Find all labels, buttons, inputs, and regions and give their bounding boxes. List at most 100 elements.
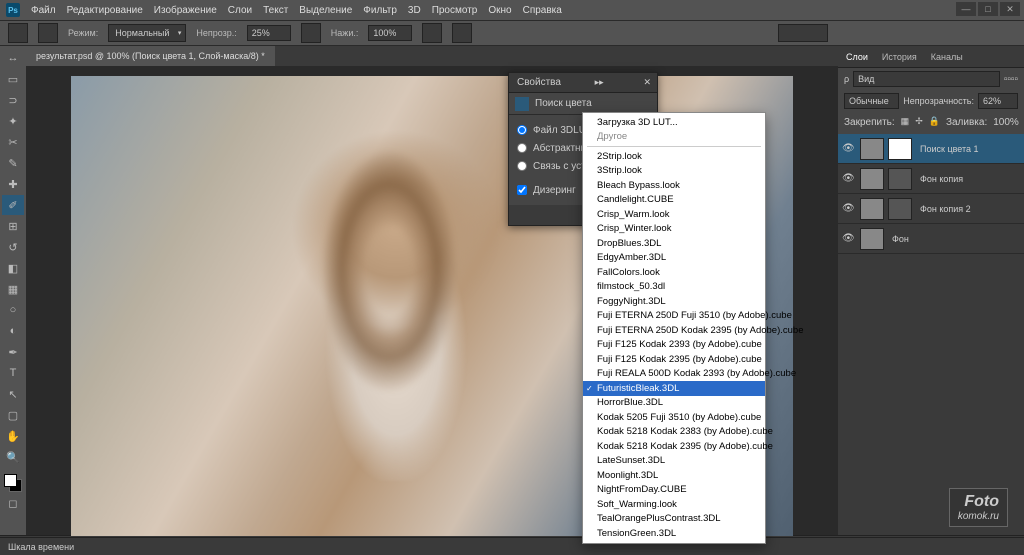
type-tool[interactable]: T <box>2 363 24 383</box>
pressure-opacity-icon[interactable] <box>301 23 321 43</box>
lut-item[interactable]: FuturisticBleak.3DL <box>583 381 765 396</box>
lut-item[interactable]: 2Strip.look <box>583 149 765 164</box>
tool-preset-icon[interactable] <box>8 23 28 43</box>
eyedropper-tool[interactable]: ✎ <box>2 153 24 173</box>
lut-item[interactable]: FoggyNight.3DL <box>583 294 765 309</box>
menu-select[interactable]: Выделение <box>299 5 352 16</box>
menu-window[interactable]: Окно <box>488 5 511 16</box>
layer-row[interactable]: 👁 Фон копия 2 <box>838 194 1024 224</box>
menu-view[interactable]: Просмотр <box>432 5 478 16</box>
pen-tool[interactable]: ✒ <box>2 342 24 362</box>
lut-item[interactable]: Crisp_Winter.look <box>583 222 765 237</box>
lut-item[interactable]: LateSunset.3DL <box>583 454 765 469</box>
visibility-icon[interactable]: 👁 <box>842 203 856 214</box>
menu-3d[interactable]: 3D <box>408 5 421 16</box>
filter-icon[interactable]: ▫▫▫▫ <box>1004 74 1018 85</box>
lut-item[interactable]: filmstock_50.3dl <box>583 280 765 295</box>
shape-tool[interactable]: ▢ <box>2 405 24 425</box>
menu-layers[interactable]: Слои <box>228 5 252 16</box>
pressure-size-icon[interactable] <box>452 23 472 43</box>
lut-item[interactable]: Bleach Bypass.look <box>583 178 765 193</box>
move-tool[interactable]: ↔ <box>2 48 24 68</box>
stamp-tool[interactable]: ⊞ <box>2 216 24 236</box>
lut-item[interactable]: Moonlight.3DL <box>583 468 765 483</box>
history-brush-tool[interactable]: ↺ <box>2 237 24 257</box>
marquee-tool[interactable]: ▭ <box>2 69 24 89</box>
lut-item[interactable]: Fuji F125 Kodak 2393 (by Adobe).cube <box>583 338 765 353</box>
visibility-icon[interactable]: 👁 <box>842 233 856 244</box>
menu-help[interactable]: Справка <box>523 5 562 16</box>
lut-item[interactable]: Candlelight.CUBE <box>583 193 765 208</box>
lock-pixels-icon[interactable]: ▦ <box>901 116 910 128</box>
layer-blend-select[interactable]: Обычные <box>844 93 899 109</box>
hand-tool[interactable]: ✋ <box>2 426 24 446</box>
brush-tool[interactable]: ✐ <box>2 195 24 215</box>
workspace-select[interactable] <box>778 24 828 42</box>
opacity-input[interactable]: 25% <box>247 25 291 41</box>
lut-item[interactable]: EdgyAmber.3DL <box>583 251 765 266</box>
dodge-tool[interactable]: ◐ <box>2 321 24 341</box>
checkbox-dither[interactable] <box>517 185 527 195</box>
menu-filter[interactable]: Фильтр <box>363 5 397 16</box>
lut-item[interactable]: FallColors.look <box>583 265 765 280</box>
lut-load[interactable]: Загрузка 3D LUT... <box>583 115 765 130</box>
lut-item[interactable]: Kodak 5218 Kodak 2395 (by Adobe).cube <box>583 439 765 454</box>
airbrush-icon[interactable] <box>422 23 442 43</box>
lut-item[interactable]: Soft_Warming.look <box>583 497 765 512</box>
layer-row[interactable]: 👁 Фон <box>838 224 1024 254</box>
quickmask-tool[interactable]: ◻ <box>2 493 24 513</box>
flow-input[interactable]: 100% <box>368 25 412 41</box>
panel-close-icon[interactable]: ✕ <box>643 77 651 88</box>
color-swatches[interactable] <box>4 474 22 492</box>
heal-tool[interactable]: ✚ <box>2 174 24 194</box>
lock-all-icon[interactable]: 🔒 <box>929 116 940 128</box>
zoom-tool[interactable]: 🔍 <box>2 447 24 467</box>
lut-item[interactable]: Fuji ETERNA 250D Fuji 3510 (by Adobe).cu… <box>583 309 765 324</box>
tab-layers[interactable]: Слои <box>846 52 868 62</box>
radio-device[interactable] <box>517 161 527 171</box>
wand-tool[interactable]: ✦ <box>2 111 24 131</box>
maximize-button[interactable]: □ <box>978 2 998 16</box>
document-tab[interactable]: результат.psd @ 100% (Поиск цвета 1, Сло… <box>26 46 275 66</box>
lut-item[interactable]: Fuji REALA 500D Kodak 2393 (by Adobe).cu… <box>583 367 765 382</box>
blend-mode-select[interactable]: Нормальный <box>108 24 186 42</box>
gradient-tool[interactable]: ▦ <box>2 279 24 299</box>
lut-item[interactable]: Fuji ETERNA 250D Kodak 2395 (by Adobe).c… <box>583 323 765 338</box>
crop-tool[interactable]: ✂ <box>2 132 24 152</box>
blur-tool[interactable]: ○ <box>2 300 24 320</box>
lut-item[interactable]: Kodak 5205 Fuji 3510 (by Adobe).cube <box>583 410 765 425</box>
minimize-button[interactable]: — <box>956 2 976 16</box>
eraser-tool[interactable]: ◧ <box>2 258 24 278</box>
timeline-bar[interactable]: Шкала времени <box>0 537 1024 555</box>
lock-position-icon[interactable]: ✢ <box>915 116 923 128</box>
tab-history[interactable]: История <box>882 52 917 62</box>
lut-item[interactable]: 3Strip.look <box>583 164 765 179</box>
menu-file[interactable]: Файл <box>31 5 56 16</box>
visibility-icon[interactable]: 👁 <box>842 143 856 154</box>
menu-image[interactable]: Изображение <box>154 5 217 16</box>
lut-item[interactable]: NightFromDay.CUBE <box>583 483 765 498</box>
panel-menu-icon[interactable]: ▸▸ <box>595 77 604 88</box>
lut-item[interactable]: Kodak 5218 Kodak 2383 (by Adobe).cube <box>583 425 765 440</box>
radio-3dlut[interactable] <box>517 125 527 135</box>
layer-row[interactable]: 👁 Фон копия <box>838 164 1024 194</box>
path-tool[interactable]: ↖ <box>2 384 24 404</box>
lut-item[interactable]: Fuji F125 Kodak 2395 (by Adobe).cube <box>583 352 765 367</box>
radio-abstract[interactable] <box>517 143 527 153</box>
brush-preset-icon[interactable] <box>38 23 58 43</box>
lut-item[interactable]: DropBlues.3DL <box>583 236 765 251</box>
tab-channels[interactable]: Каналы <box>931 52 963 62</box>
lut-item[interactable]: TealOrangePlusContrast.3DL <box>583 512 765 527</box>
menu-edit[interactable]: Редактирование <box>67 5 143 16</box>
menu-text[interactable]: Текст <box>263 5 288 16</box>
layer-row[interactable]: 👁 Поиск цвета 1 <box>838 134 1024 164</box>
lut-item[interactable]: Crisp_Warm.look <box>583 207 765 222</box>
visibility-icon[interactable]: 👁 <box>842 173 856 184</box>
lut-item[interactable]: TensionGreen.3DL <box>583 526 765 541</box>
fill-input[interactable]: 100% <box>993 117 1019 128</box>
lasso-tool[interactable]: ⊃ <box>2 90 24 110</box>
close-button[interactable]: ✕ <box>1000 2 1020 16</box>
lut-item[interactable]: HorrorBlue.3DL <box>583 396 765 411</box>
layer-opacity-input[interactable]: 62% <box>978 93 1018 109</box>
kind-filter[interactable]: Вид <box>853 71 1000 87</box>
